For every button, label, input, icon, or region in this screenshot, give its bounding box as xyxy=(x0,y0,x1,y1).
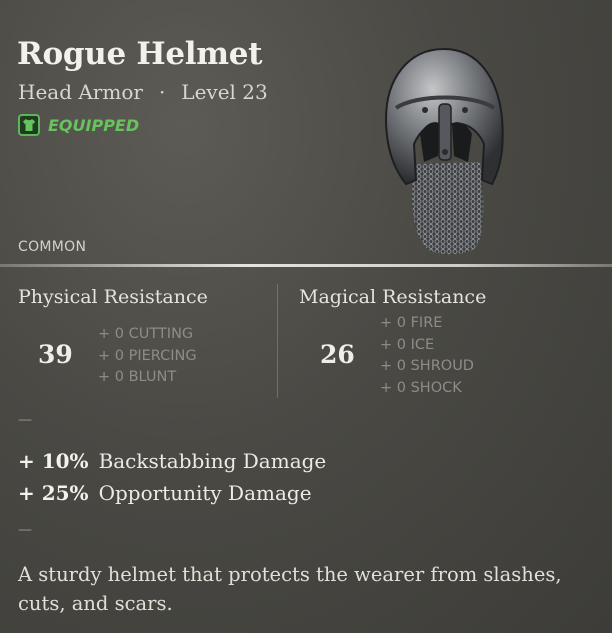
item-type: Head Armor xyxy=(18,80,143,104)
resistance-fire: + 0 FIRE xyxy=(380,315,443,331)
bonus-row: + 25% Opportunity Damage xyxy=(18,481,312,505)
separator-dot: · xyxy=(158,80,166,104)
section-dash: — xyxy=(18,522,32,538)
section-dash: — xyxy=(18,412,32,428)
physical-resistance-value: 39 xyxy=(38,340,73,369)
magical-resistance-value: 26 xyxy=(320,340,355,369)
resistance-shock: + 0 SHOCK xyxy=(380,379,462,396)
resistance-piercing: + 0 PIERCING xyxy=(98,347,197,364)
bonus-percent: + 10% xyxy=(18,449,89,473)
item-name: Rogue Helmet xyxy=(17,36,263,72)
shirt-icon xyxy=(18,114,40,136)
bonus-label: Backstabbing Damage xyxy=(98,449,327,473)
bonus-row: + 10% Backstabbing Damage xyxy=(18,449,326,473)
item-subtitle: Head Armor · Level 23 xyxy=(18,80,268,104)
item-level: Level 23 xyxy=(181,80,268,104)
physical-resistance-title: Physical Resistance xyxy=(18,286,208,308)
helmet-icon xyxy=(384,47,504,255)
resistance-cutting: + 0 CUTTING xyxy=(98,326,194,342)
equipped-badge: EQUIPPED xyxy=(18,114,139,136)
resistance-ice: + 0 ICE xyxy=(380,336,435,353)
magical-resistance-list: + 0 FIRE + 0 ICE + 0 SHROUD + 0 SHOCK xyxy=(380,313,474,399)
section-divider xyxy=(0,264,612,267)
item-description: A sturdy helmet that protects the wearer… xyxy=(18,563,562,615)
resistance-shroud: + 0 SHROUD xyxy=(380,358,474,374)
equipped-label: EQUIPPED xyxy=(48,115,140,135)
resistance-blunt: + 0 BLUNT xyxy=(98,369,177,385)
bonus-label: Opportunity Damage xyxy=(98,481,312,505)
bonus-percent: + 25% xyxy=(18,481,89,505)
column-divider xyxy=(277,284,278,398)
rarity-label: COMMON xyxy=(18,239,87,255)
magical-resistance-title: Magical Resistance xyxy=(299,286,487,308)
physical-resistance-list: + 0 CUTTING + 0 PIERCING + 0 BLUNT xyxy=(98,324,197,389)
